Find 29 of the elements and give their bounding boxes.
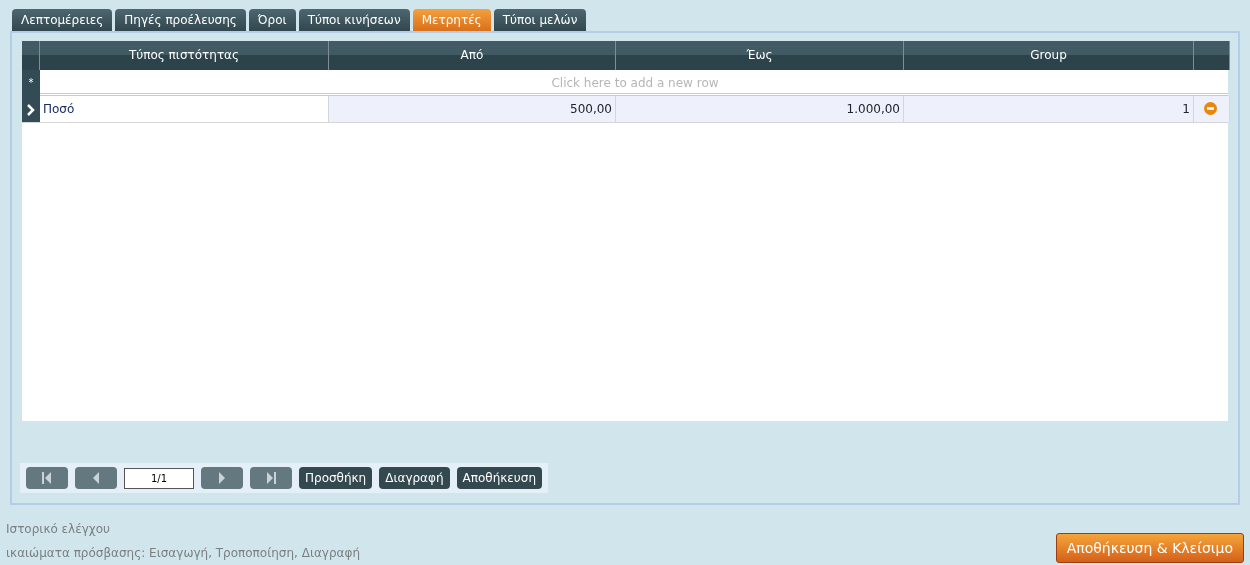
page-field[interactable]: 1/1	[124, 467, 194, 489]
first-page-icon	[42, 472, 52, 484]
first-page-button[interactable]	[26, 467, 68, 489]
delete-row-icon[interactable]	[1203, 102, 1217, 115]
column-header[interactable]: Group	[904, 41, 1194, 70]
previous-page-button[interactable]	[75, 467, 117, 489]
grid-action-button[interactable]: Αποθήκευση	[456, 467, 542, 489]
table-cell: 1.000,00	[616, 96, 904, 122]
next-page-icon	[218, 472, 226, 484]
tab[interactable]: Λεπτομέρειες	[12, 9, 113, 31]
tab[interactable]: Όροι	[248, 9, 296, 31]
next-page-button[interactable]	[201, 467, 243, 489]
last-page-button[interactable]	[250, 467, 292, 489]
column-header[interactable]: Από	[329, 41, 616, 70]
grid-action-button[interactable]: Προσθήκη	[299, 467, 373, 489]
tab[interactable]: Τύποι μελών	[493, 9, 587, 31]
header-corner	[22, 41, 40, 70]
previous-page-icon	[92, 472, 100, 484]
last-page-icon	[266, 472, 276, 484]
table-cell: 500,00	[329, 96, 616, 122]
table-cell: 1	[904, 96, 1194, 122]
permissions-text: ικαιώματα πρόσβασης: Εισαγωγή, Τροποποίηση, Διαγραφή	[6, 545, 361, 562]
tab[interactable]: Πηγές προέλευσης	[115, 9, 246, 31]
column-header	[1194, 41, 1230, 70]
tab[interactable]: Τύποι κινήσεων	[298, 9, 410, 31]
column-header[interactable]: Έως	[616, 41, 904, 70]
grid-action-button[interactable]: Διαγραφή	[379, 467, 450, 489]
new-row-marker: *	[22, 70, 40, 96]
column-header[interactable]: Τύπος πιστότητας	[40, 41, 329, 70]
